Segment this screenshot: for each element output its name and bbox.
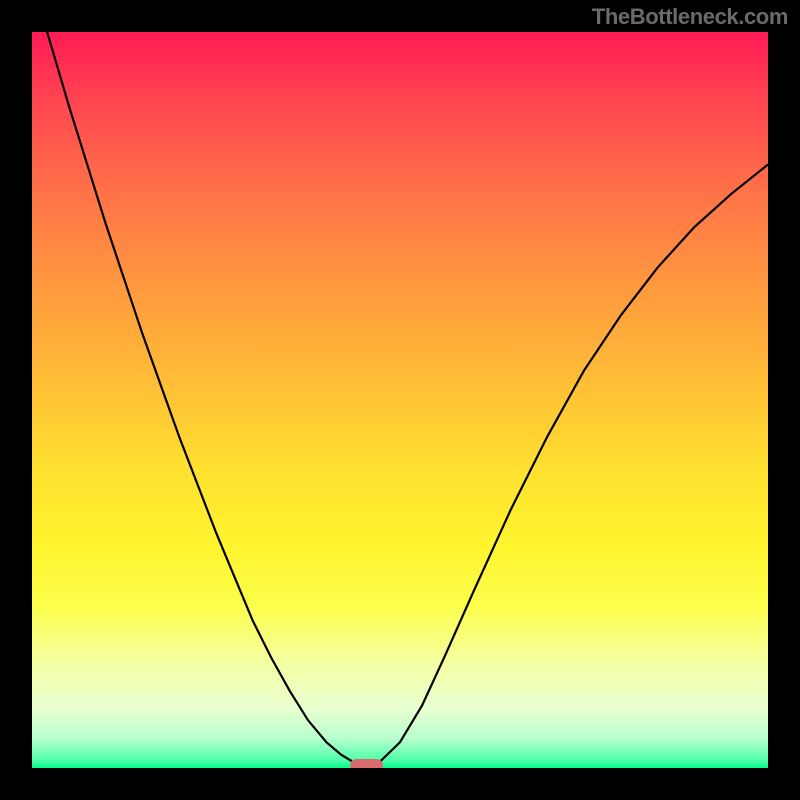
attribution-watermark: TheBottleneck.com (592, 4, 788, 30)
gradient-plot-area (32, 32, 768, 768)
image-frame: TheBottleneck.com (0, 0, 800, 800)
minimum-marker (350, 759, 383, 768)
bottleneck-curve (32, 32, 768, 768)
